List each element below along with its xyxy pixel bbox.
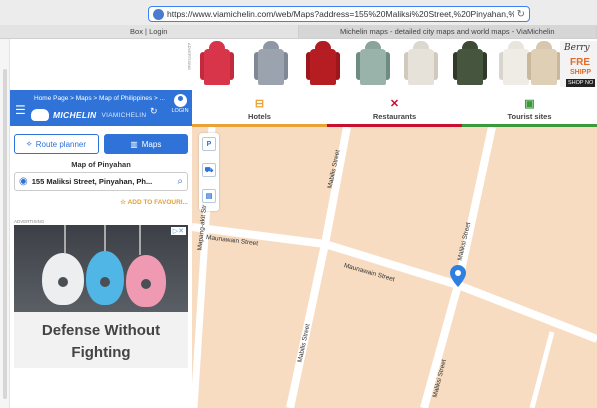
site-header: ☰ Home Page > Maps > Map of Philippines … (10, 90, 192, 126)
user-icon (173, 94, 187, 107)
category-hotels-label: Hotels (248, 111, 271, 121)
cutlery-icon: ✕ (389, 97, 400, 110)
route-icon: ⟡ (26, 139, 32, 148)
coat-image[interactable] (200, 41, 234, 87)
category-hotels[interactable]: ⊟ Hotels (192, 90, 327, 127)
coat-image[interactable] (356, 41, 390, 87)
category-tourist-sites[interactable]: ▣ Tourist sites (462, 90, 597, 127)
mode-switch: ⟡ Route planner ▥ Maps (14, 134, 188, 154)
login-button[interactable]: LOGIN (171, 94, 189, 114)
address-bar[interactable]: https://www.viamichelin.com/web/Maps?add… (148, 6, 530, 22)
maps-button[interactable]: ▥ Maps (103, 134, 188, 154)
route-planner-button[interactable]: ⟡ Route planner (14, 134, 99, 154)
category-tourist-sites-label: Tourist sites (507, 111, 552, 121)
tab-box-login[interactable]: Box | Login (0, 25, 299, 38)
ad-image[interactable]: ▷✕ (14, 225, 188, 312)
ad-choices-icon[interactable]: ▷✕ (170, 227, 186, 235)
logo-text: MICHELIN (53, 110, 97, 120)
map-icon: ▥ (130, 139, 138, 149)
road-maliksi-lower (420, 283, 462, 408)
menu-icon[interactable]: ☰ (15, 103, 26, 117)
route-planner-label: Route planner (35, 139, 87, 149)
coat-image[interactable] (306, 41, 340, 87)
address-value[interactable]: 155 Maliksi Street, Pinyahan, Ph... (32, 177, 178, 186)
traffic-car-icon[interactable]: ⛟ (202, 163, 216, 177)
coat-image[interactable] (404, 41, 438, 87)
login-label: LOGIN (171, 108, 189, 114)
ad-headline[interactable]: Defense Without Fighting (14, 312, 188, 368)
ad-headline-line-2: Fighting (71, 344, 131, 361)
add-to-favourites-label: ADD TO FAVOURI... (127, 199, 188, 206)
maps-label: Maps (141, 139, 162, 149)
road-minor (529, 331, 555, 408)
add-to-favourites-link[interactable]: ☆ ADD TO FAVOURI... (120, 198, 188, 206)
location-marker-icon[interactable] (450, 265, 466, 287)
address-input[interactable]: ◉ 155 Maliksi Street, Pinyahan, Ph... ⌕ (14, 172, 188, 191)
banner-ship-text: SHIPP (570, 69, 592, 76)
category-restaurants[interactable]: ✕ Restaurants (327, 90, 462, 127)
banner-promo[interactable]: Berry FRE SHIPP SHOP NO (560, 41, 597, 87)
category-restaurants-label: Restaurants (372, 111, 417, 121)
street-network (192, 127, 597, 408)
ad-label: ADVERTISING (14, 219, 45, 224)
breadcrumb[interactable]: Home Page > Maps > Map of Philippines > … (34, 95, 165, 102)
banner-brand: Berry (564, 43, 590, 53)
pdf-icon[interactable]: ▤ (202, 189, 216, 203)
ad-banner[interactable]: ADVERTISING Berry FRE SHIPP SHOP NO (10, 39, 597, 90)
michelin-logo[interactable]: MICHELIN VIAMICHELIN (31, 109, 146, 121)
logo-subtext: VIAMICHELIN (101, 111, 147, 119)
coat-image[interactable] (527, 41, 561, 87)
banner-ad-label: ADVERTISING (187, 43, 192, 71)
map-canvas[interactable]: P ⛟ ▤ Mabilis Street Maunawain Street Ma… (192, 127, 597, 408)
scrollbar-thumb[interactable] (3, 69, 7, 399)
banner-free-text: FRE (570, 57, 590, 68)
location-pin-icon: ◉ (19, 176, 28, 187)
coat-image[interactable] (254, 41, 288, 87)
map-toolbar: P ⛟ ▤ (199, 133, 219, 211)
search-icon[interactable]: ⌕ (177, 176, 183, 187)
map-title: Map of Pinyahan (71, 160, 131, 169)
page-scrollbar[interactable] (0, 39, 10, 408)
star-icon: ☆ (120, 199, 126, 206)
refresh-icon[interactable]: ↻ (150, 106, 158, 117)
alarm-device-pink (126, 255, 166, 307)
browser-tabs: Box | Login Michelin maps - detailed cit… (0, 25, 597, 39)
camera-icon: ▣ (524, 97, 535, 110)
left-panel: ⟡ Route planner ▥ Maps Map of Pinyahan ◉… (10, 126, 192, 408)
alarm-device-white (42, 253, 84, 305)
road-maunawain-right (456, 281, 597, 343)
site-icon (153, 8, 164, 20)
coat-image[interactable] (453, 41, 487, 87)
michelin-man-icon (31, 109, 49, 121)
category-bar: ⊟ Hotels ✕ Restaurants ▣ Tourist sites (192, 90, 597, 127)
browser-toolbar: https://www.viamichelin.com/web/Maps?add… (0, 0, 597, 25)
banner-shop-button[interactable]: SHOP NO (566, 79, 596, 87)
tab-michelin-maps[interactable]: Michelin maps - detailed city maps and w… (298, 25, 597, 38)
url-text[interactable]: https://www.viamichelin.com/web/Maps?add… (167, 9, 514, 19)
ad-headline-line-1: Defense Without (41, 322, 161, 339)
reload-icon[interactable]: ↻ (517, 9, 525, 20)
bed-icon: ⊟ (254, 97, 265, 110)
parking-icon[interactable]: P (202, 137, 216, 151)
alarm-device-blue (86, 251, 124, 305)
